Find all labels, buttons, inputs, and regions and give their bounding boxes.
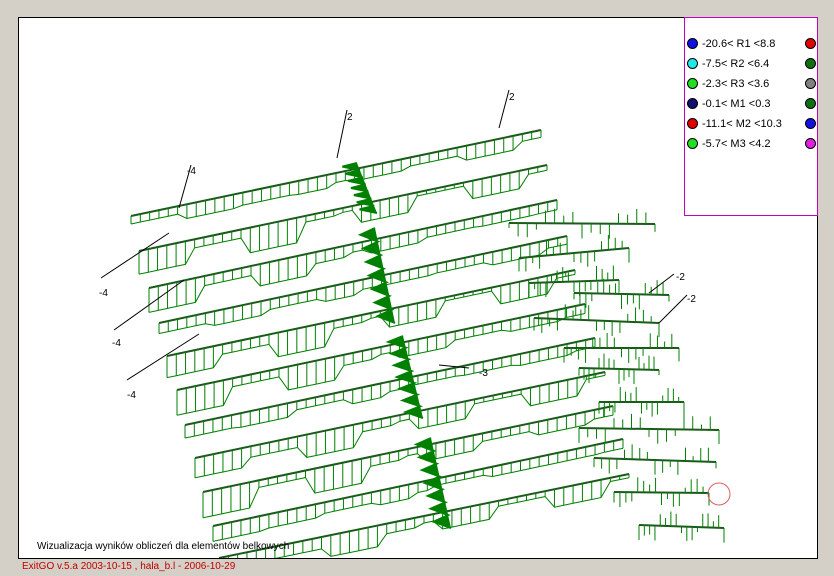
- legend-label-r3: -2.3< R3 <3.6: [702, 78, 770, 90]
- visualization-caption: Wizualizacja wyników obliczeń dla elemen…: [37, 541, 290, 552]
- callout-label: -2: [687, 294, 696, 305]
- moment-outline: [202, 414, 614, 519]
- callout-leader: [336, 109, 348, 159]
- legend-label-r1: -20.6< R1 <8.8: [702, 38, 776, 50]
- callout-label: 2: [347, 112, 353, 123]
- callout-label: -4: [99, 288, 108, 299]
- legend-item-r1: -20.6< R1 <8.8: [685, 36, 817, 52]
- legend-dot-r3: [687, 78, 698, 89]
- callout-leader: [498, 89, 510, 129]
- legend-item-m2: -11.1< M2 <10.3: [685, 116, 817, 132]
- legend-dot-r1: [687, 38, 698, 49]
- version-footer: ExitGO v.5.a 2003-10-15 , hala_b.l - 200…: [22, 561, 236, 572]
- legend-dot-m2: [687, 118, 698, 129]
- legend-label-m2: -11.1< M2 <10.3: [702, 118, 782, 130]
- legend-dot-right-m1: [805, 98, 816, 109]
- legend-dot-right-r1: [805, 38, 816, 49]
- moment-outline: [194, 374, 606, 479]
- moment-outline: [212, 447, 624, 542]
- legend-dot-r2: [687, 58, 698, 69]
- legend-label-m3: -5.7< M3 <4.2: [702, 138, 771, 150]
- legend-item-r3: -2.3< R3 <3.6: [685, 76, 817, 92]
- legend-dot-right-m2: [805, 118, 816, 129]
- legend-item-m3: -5.7< M3 <4.2: [685, 136, 817, 152]
- callout-label: -4: [127, 390, 136, 401]
- callout-label: -4: [187, 166, 196, 177]
- callout-label: -2: [676, 272, 685, 283]
- legend-dot-m3: [687, 138, 698, 149]
- legend-item-m1: -0.1< M1 <0.3: [685, 96, 817, 112]
- legend-panel: -20.6< R1 <8.8 -7.5< R2 <6.4 -2.3< R3 <3…: [684, 17, 818, 216]
- callout-label: 2: [509, 92, 515, 103]
- moment-outline: [138, 169, 548, 275]
- legend-label-m1: -0.1< M1 <0.3: [702, 98, 771, 110]
- highlight-circle: [707, 482, 731, 506]
- legend-dot-right-r2: [805, 58, 816, 69]
- legend-item-r2: -7.5< R2 <6.4: [685, 56, 817, 72]
- callout-leader: [648, 273, 675, 294]
- callout-leader: [100, 232, 170, 279]
- callout-label: -3: [479, 368, 488, 379]
- moment-outline: [184, 346, 596, 439]
- legend-dot-m1: [687, 98, 698, 109]
- legend-dot-right-m3: [805, 138, 816, 149]
- legend-label-r2: -7.5< R2 <6.4: [702, 58, 770, 70]
- legend-dot-right-r3: [805, 78, 816, 89]
- callout-leader: [658, 294, 688, 324]
- moment-outline: [166, 273, 576, 379]
- callout-label: -4: [112, 338, 121, 349]
